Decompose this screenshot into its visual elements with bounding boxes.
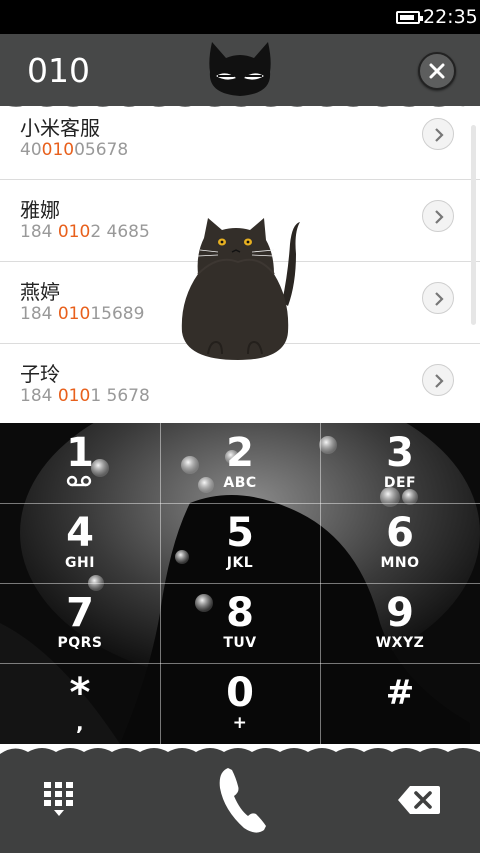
contact-number: 4001005678 (20, 140, 129, 160)
contact-number: 184 0101 5678 (20, 386, 150, 406)
key-4[interactable]: 4 GHI (0, 503, 160, 583)
status-bar: 22:35 (0, 0, 480, 34)
number-match-highlight: 010 (41, 140, 75, 160)
chevron-right-icon (435, 292, 444, 306)
key-3[interactable]: 3 DEF (320, 423, 480, 503)
contact-name: 雅娜 (20, 198, 60, 222)
key-1[interactable]: 1 (0, 423, 160, 503)
cat-head-icon (209, 42, 271, 96)
bottom-cloud-edge (0, 748, 480, 764)
phone-call-icon[interactable] (214, 764, 270, 836)
bottom-action-bar (0, 756, 480, 853)
contact-name: 燕婷 (20, 280, 60, 304)
clear-number-button[interactable] (418, 52, 456, 90)
contact-name: 子玲 (20, 362, 60, 386)
dial-keypad: 1 2 ABC 3 DEF 4 GHI 5 JKL 6 MNO 7 PQRS 8… (0, 423, 480, 744)
chevron-right-icon (435, 374, 444, 388)
contact-number: 184 0102 4685 (20, 222, 150, 242)
key-hash[interactable]: # (320, 663, 480, 743)
key-7[interactable]: 7 PQRS (0, 583, 160, 663)
contact-name: 小米客服 (20, 116, 100, 140)
voicemail-icon (66, 475, 92, 487)
contact-detail-button[interactable] (422, 200, 454, 232)
contact-number: 184 01015689 (20, 304, 145, 324)
number-match-highlight: 010 (57, 304, 91, 324)
clear-icon (429, 63, 445, 79)
list-scrollbar[interactable] (471, 125, 476, 325)
key-0[interactable]: 0 + (160, 663, 320, 743)
key-6[interactable]: 6 MNO (320, 503, 480, 583)
number-match-highlight: 010 (57, 386, 91, 406)
key-8[interactable]: 8 TUV (160, 583, 320, 663)
dialpad-toggle-icon[interactable] (44, 782, 74, 816)
dialed-number[interactable]: 010 (27, 51, 90, 90)
number-match-highlight: 010 (57, 222, 91, 242)
key-star[interactable]: * , (0, 663, 160, 743)
contact-detail-button[interactable] (422, 364, 454, 396)
key-9[interactable]: 9 WXYZ (320, 583, 480, 663)
contact-detail-button[interactable] (422, 118, 454, 150)
key-5[interactable]: 5 JKL (160, 503, 320, 583)
contact-detail-button[interactable] (422, 282, 454, 314)
cat-illustration (181, 218, 300, 360)
chevron-right-icon (435, 128, 444, 142)
key-2[interactable]: 2 ABC (160, 423, 320, 503)
chevron-right-icon (435, 210, 444, 224)
battery-icon (396, 11, 423, 24)
status-time: 22:35 (423, 6, 478, 28)
backspace-icon[interactable] (398, 786, 440, 814)
contact-row[interactable]: 小米客服 4001005678 (0, 106, 480, 180)
